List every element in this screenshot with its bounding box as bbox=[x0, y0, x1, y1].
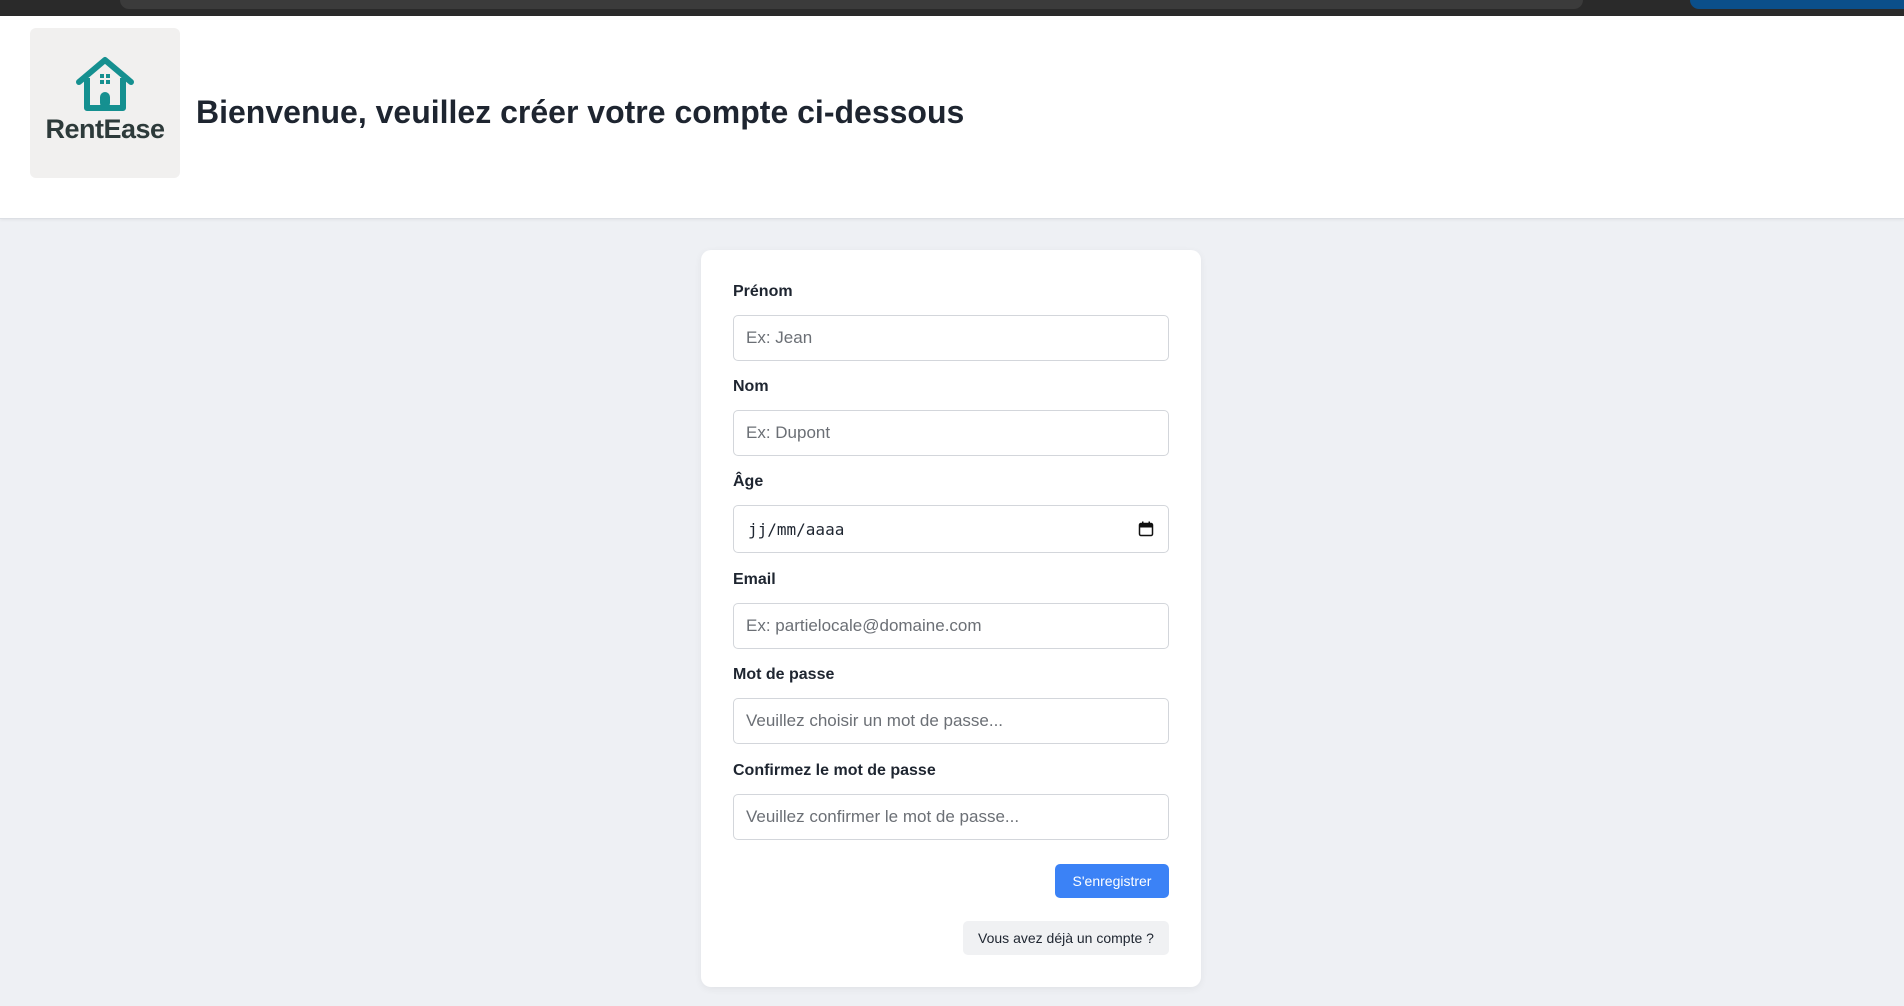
calendar-icon[interactable] bbox=[1138, 521, 1154, 537]
page-title: Bienvenue, veuillez créer votre compte c… bbox=[196, 94, 965, 130]
logo[interactable]: RentEase bbox=[30, 28, 180, 178]
register-button[interactable]: S'enregistrer bbox=[1055, 864, 1169, 898]
lastname-label: Nom bbox=[733, 378, 769, 395]
email-input[interactable] bbox=[733, 603, 1169, 649]
house-icon bbox=[76, 57, 134, 111]
browser-address-bar[interactable] bbox=[120, 0, 1583, 9]
password-confirm-label: Confirmez le mot de passe bbox=[733, 762, 936, 779]
signup-form-card: Prénom Nom Âge jj/mm/aaaa Email Mot de p… bbox=[701, 250, 1201, 987]
browser-top-strip bbox=[0, 0, 1904, 16]
age-date-placeholder: jj/mm/aaaa bbox=[748, 519, 845, 539]
password-confirm-input[interactable] bbox=[733, 794, 1169, 840]
existing-account-button[interactable]: Vous avez déjà un compte ? bbox=[963, 921, 1169, 955]
lastname-input[interactable] bbox=[733, 410, 1169, 456]
page-header: RentEase Bienvenue, veuillez créer votre… bbox=[0, 16, 1904, 219]
age-label: Âge bbox=[733, 473, 764, 490]
password-label: Mot de passe bbox=[733, 666, 835, 683]
firstname-label: Prénom bbox=[733, 283, 793, 300]
logo-text: RentEase bbox=[45, 114, 165, 144]
email-label: Email bbox=[733, 571, 776, 588]
firstname-input[interactable] bbox=[733, 315, 1169, 361]
browser-action-button[interactable] bbox=[1690, 0, 1904, 9]
password-input[interactable] bbox=[733, 698, 1169, 744]
age-date-input[interactable]: jj/mm/aaaa bbox=[733, 505, 1169, 553]
